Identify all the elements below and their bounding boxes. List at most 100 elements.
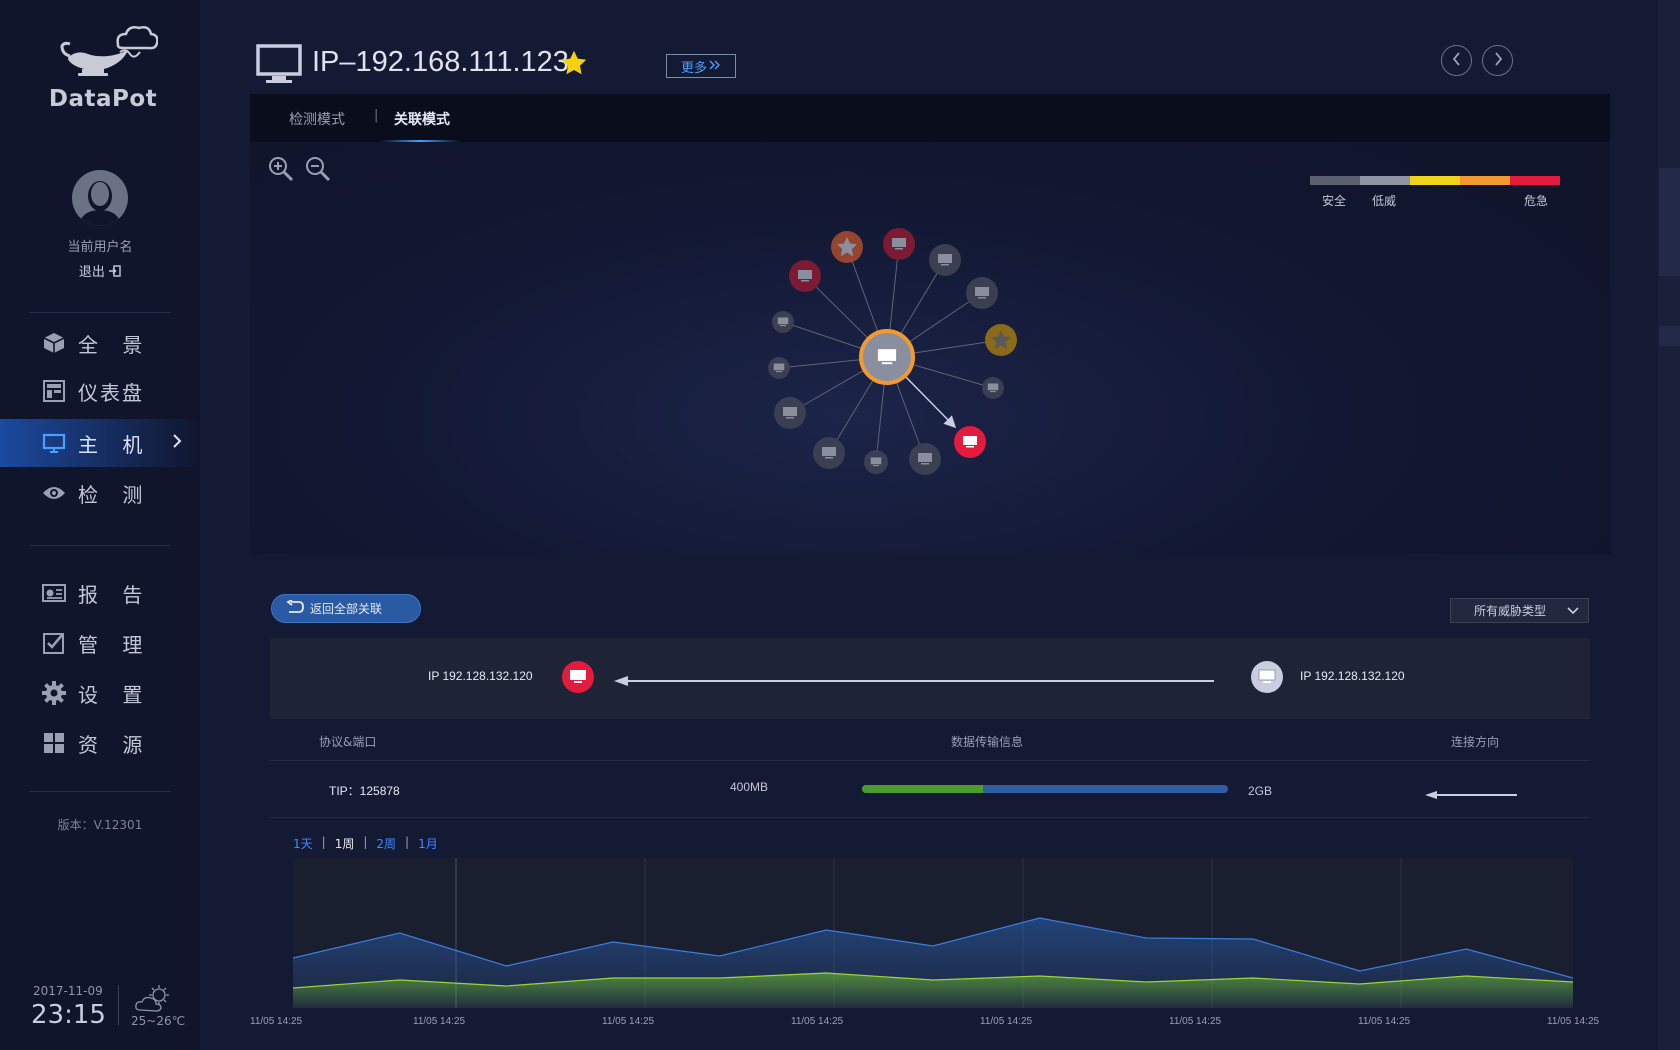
graph-node (774, 397, 806, 429)
table-header: 协议&端口 数据传输信息 连接方向 (270, 719, 1590, 761)
target-host-icon (1251, 661, 1283, 697)
date-label: 2017-11-09 (33, 984, 103, 998)
direction-arrow-icon (1425, 785, 1517, 804)
sidebar: DataPot 当前用户名 退出 全 景 仪表盘 主 机 检 测 报 告 管 理… (0, 0, 200, 1050)
chart-x-tick-label: 11/05 14:25 (602, 1016, 655, 1027)
sent-amount: 400MB (730, 780, 769, 794)
chart-x-tick-label: 11/05 14:25 (980, 1016, 1033, 1027)
nav-label: 检 测 (78, 482, 152, 507)
table-row: TIP：125878 400MB 2GB (270, 761, 1590, 818)
total-amount: 2GB (1248, 784, 1273, 798)
threat-type-select[interactable]: 所有威胁类型 (1450, 598, 1589, 623)
graph-node (883, 228, 915, 260)
graph-node (831, 231, 863, 263)
logout-icon (109, 265, 121, 280)
chevron-left-icon (1452, 51, 1462, 70)
range-tab-1m[interactable]: 1月 (418, 835, 438, 852)
nav-label: 报 告 (78, 582, 152, 607)
chevron-right-icon (172, 433, 182, 454)
range-separator: | (405, 835, 410, 849)
partly-cloudy-icon (134, 984, 174, 1014)
cube-icon (42, 331, 66, 355)
nav-item-host[interactable]: 主 机 (0, 419, 200, 467)
chart-x-axis: 11/05 14:25 11/05 14:25 11/05 14:25 11/05 1… (250, 1016, 1610, 1030)
traffic-chart-svg (292, 858, 1574, 1008)
mode-tabs: 检测模式 | 关联模式 (250, 94, 1610, 142)
clock: 23:15 (31, 1000, 106, 1030)
back-to-all-button[interactable]: 返回全部关联 (271, 594, 421, 623)
brand-name: DataPot (48, 86, 158, 112)
chart-x-tick-label: 11/05 14:25 (791, 1016, 844, 1027)
graph-node (929, 244, 961, 276)
version-label: 版本：V.12301 (57, 818, 143, 832)
gear-icon (42, 681, 66, 705)
column-header-direction: 连接方向 (1451, 735, 1500, 749)
logout-label: 退出 (78, 265, 105, 280)
tab-detection-mode[interactable]: 检测模式 (289, 109, 345, 129)
transfer-progress-fill (862, 785, 983, 793)
chart-x-tick-label: 11/05 14:25 (1358, 1016, 1411, 1027)
nav-label: 设 置 (78, 682, 152, 707)
source-ip: IP 192.128.132.120 (428, 669, 533, 683)
range-tab-1d[interactable]: 1天 (293, 835, 313, 852)
favorite-star-icon[interactable] (560, 49, 588, 81)
graph-node-center (859, 329, 915, 385)
scrollbar-track[interactable] (1658, 0, 1680, 1050)
range-tab-2w[interactable]: 2周 (376, 835, 396, 852)
nav-item-resources[interactable]: 资 源 (0, 719, 200, 767)
graph-node (909, 443, 941, 475)
grid-icon (42, 731, 66, 755)
double-chevron-right-icon (709, 59, 721, 74)
report-icon (42, 581, 66, 605)
nav-label: 资 源 (78, 732, 152, 757)
username: 当前用户名 (67, 240, 133, 255)
nav-divider (30, 791, 170, 792)
nav-item-detection[interactable]: 检 测 (0, 469, 200, 517)
protocol-port: TIP：125878 (329, 784, 400, 798)
scrollbar-thumb[interactable] (1659, 168, 1680, 276)
nav-item-overview[interactable]: 全 景 (0, 319, 200, 367)
relation-graph (768, 228, 1017, 475)
graph-node (982, 377, 1004, 399)
range-tab-1w[interactable]: 1周 (335, 835, 355, 852)
nav-divider (30, 545, 170, 546)
nav-label: 主 机 (78, 432, 152, 457)
connection-arrow (614, 672, 1214, 691)
nav-item-dashboard[interactable]: 仪表盘 (0, 367, 200, 415)
chart-x-tick-label: 11/05 14:25 (250, 1016, 303, 1027)
nav-item-manage[interactable]: 管 理 (0, 619, 200, 667)
weather-temp: 25~26℃ (131, 1014, 186, 1028)
column-header-transfer: 数据传输信息 (951, 735, 1024, 749)
chart-x-tick-label: 11/05 14:25 (413, 1016, 466, 1027)
undo-icon (286, 599, 304, 617)
source-host-icon (562, 661, 594, 697)
connection-row: IP 192.128.132.120 IP 192.128.132.120 (270, 638, 1590, 719)
prev-button[interactable] (1441, 45, 1472, 76)
transfer-progress-bar (862, 785, 1228, 793)
chevron-right-icon (1493, 51, 1503, 70)
tab-separator: | (374, 108, 379, 123)
next-button[interactable] (1482, 45, 1513, 76)
page-title: IP–192.168.111.123 (312, 46, 569, 78)
host-monitor-icon (256, 44, 302, 90)
nav-label: 管 理 (78, 632, 152, 657)
graph-node (864, 450, 888, 474)
graph-node (985, 324, 1017, 356)
traffic-chart (292, 858, 1574, 1008)
graph-node (789, 260, 821, 292)
avatar[interactable] (72, 170, 128, 226)
chart-x-tick-label: 11/05 14:25 (1169, 1016, 1222, 1027)
nav-item-settings[interactable]: 设 置 (0, 669, 200, 717)
eye-icon (42, 481, 66, 505)
scrollbar-thumb-secondary[interactable] (1659, 326, 1680, 346)
checkbox-icon (42, 631, 66, 655)
tab-correlation-mode[interactable]: 关联模式 (394, 109, 450, 129)
logout-link[interactable]: 退出 (0, 261, 200, 280)
target-ip: IP 192.128.132.120 (1300, 669, 1405, 683)
nav-item-report[interactable]: 报 告 (0, 569, 200, 617)
detail-panel: 返回全部关联 所有威胁类型 IP 192.128.132.120 IP 192.… (250, 568, 1610, 1050)
graph-panel: 检测模式 | 关联模式 安全 低威 危急 (250, 94, 1610, 554)
nav-divider (30, 312, 170, 313)
range-separator: | (321, 835, 326, 849)
more-button[interactable]: 更多 (666, 54, 736, 78)
